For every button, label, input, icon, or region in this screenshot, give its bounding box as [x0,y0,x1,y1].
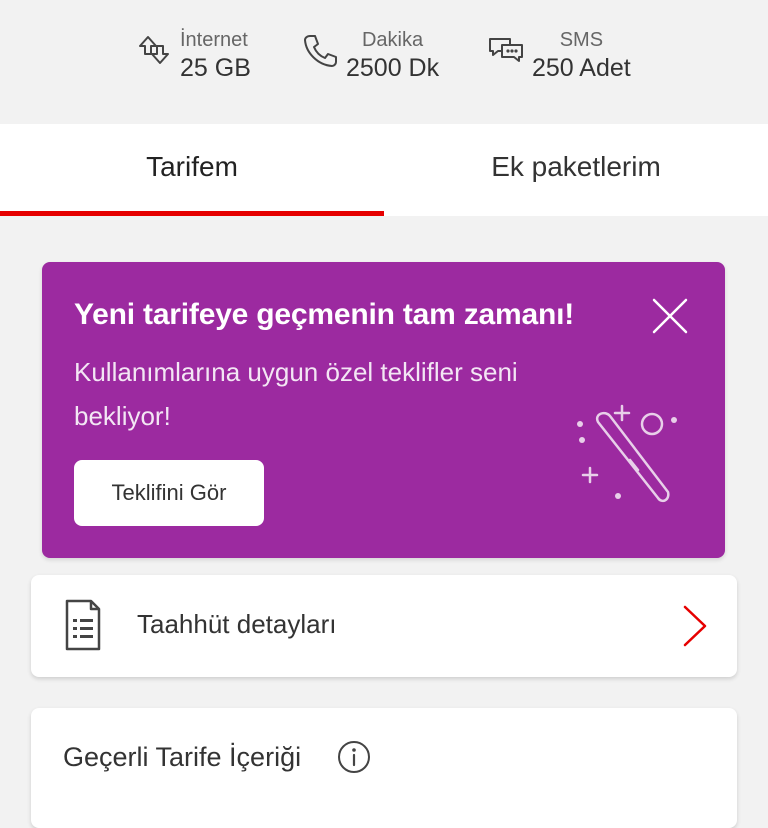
internet-label: İnternet [180,29,248,51]
tab-tarifem[interactable]: Tarifem [0,124,384,216]
promo-title: Yeni tarifeye geçmenin tam zamanı! [74,298,575,331]
promo-card: Yeni tarifeye geçmenin tam zamanı! Kulla… [42,262,725,558]
info-icon[interactable] [337,740,371,774]
close-icon[interactable] [650,296,690,336]
see-offer-button[interactable]: Teklifini Gör [74,460,264,526]
commitment-details-card[interactable]: Taahhüt detayları [31,575,737,677]
chevron-right-icon [683,605,707,647]
tab-ek-paketlerim-label: Ek paketlerim [491,151,661,182]
usage-minutes: Dakika 2500 Dk [300,28,439,84]
promo-body: Kullanımlarına uygun özel teklifler seni… [74,357,518,431]
current-tariff-title: Geçerli Tarife İçeriği [63,742,302,772]
usage-summary: İnternet 25 GB Dakika 2500 Dk SMS 250 Ad… [0,0,768,124]
sms-value: 250 Adet [532,54,631,82]
internet-value: 25 GB [180,54,251,82]
minutes-value: 2500 Dk [346,54,440,82]
tab-tarifem-label: Tarifem [146,151,238,182]
chat-bubbles-icon [489,38,523,62]
current-tariff-card: Geçerli Tarife İçeriği [31,708,737,828]
sms-label: SMS [559,29,604,51]
usage-internet: İnternet 25 GB [134,28,251,84]
data-transfer-icon [139,36,169,64]
tab-bar: Tarifem Ek paketlerim [0,124,768,216]
phone-icon [304,35,337,67]
minutes-label: Dakika [361,29,424,51]
usage-sms: SMS 250 Adet [486,28,631,84]
commitment-details-label: Taahhüt detayları [137,609,337,639]
tab-ek-paketlerim[interactable]: Ek paketlerim [384,124,768,216]
document-list-icon [65,599,101,651]
magic-wand-icon [577,404,677,503]
